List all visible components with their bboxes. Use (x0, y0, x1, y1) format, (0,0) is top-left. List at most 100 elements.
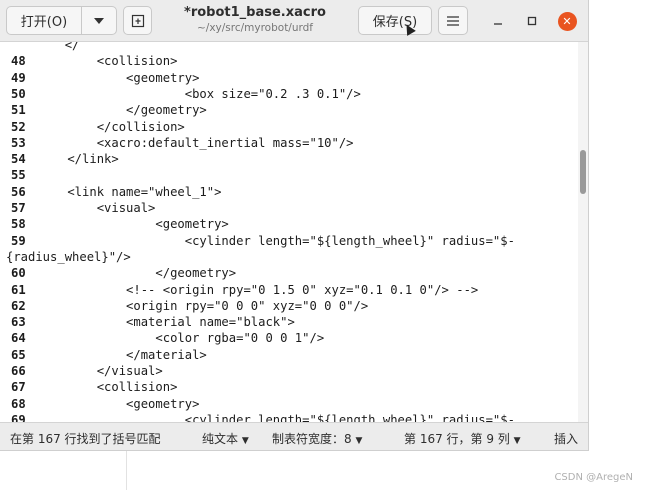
code-line[interactable]: 55 (0, 167, 38, 183)
line-number: 56 (11, 184, 26, 199)
code-line[interactable]: 51 </geometry> (0, 102, 207, 118)
chevron-down-icon: ▼ (355, 436, 363, 446)
code-line[interactable]: 50 <box size="0.2 .3 0.1"/> (0, 86, 361, 102)
line-number: 62 (11, 298, 26, 313)
line-number: 65 (11, 347, 26, 362)
code-line[interactable]: 52 </collision> (0, 119, 185, 135)
code-line[interactable]: 67 <collision> (0, 379, 177, 395)
code-line[interactable]: 63 <material name="black"> (0, 314, 295, 330)
line-text: </link> (38, 152, 119, 167)
code-line[interactable]: 61 <!-- <origin rpy="0 1.5 0" xyz="0.1 0… (0, 282, 478, 298)
line-text: <cylinder length="${length_wheel}" radiu… (38, 412, 515, 422)
scrollbar-thumb[interactable] (580, 150, 586, 194)
line-text: <material name="black"> (38, 315, 295, 330)
line-text: <color rgba="0 0 0 1"/> (38, 331, 325, 346)
line-text: <visual> (38, 201, 156, 215)
scrollbar-track[interactable] (578, 42, 588, 422)
line-number: 60 (11, 266, 26, 281)
code-line[interactable]: 54 </link> (0, 151, 119, 167)
line-text: </collision> (38, 119, 185, 134)
line-text: </ (6, 42, 80, 52)
hamburger-icon (447, 15, 459, 26)
line-number: 48 (11, 54, 26, 69)
line-text: </visual> (38, 364, 163, 378)
code-line[interactable]: 56 <link name="wheel_1"> (0, 184, 221, 200)
maximize-icon (527, 16, 537, 26)
line-text: <xacro:default_inertial mass="10"/> (38, 135, 354, 150)
gedit-window: 打开(O) *robot1_base.xacro ~/xy/src/myrobo… (0, 0, 589, 451)
new-document-icon (131, 14, 144, 27)
line-number: 57 (11, 201, 26, 215)
code-line[interactable]: 62 <origin rpy="0 0 0" xyz="0 0 0"/> (0, 298, 368, 314)
open-button[interactable]: 打开(O) (6, 6, 82, 35)
code-line[interactable]: 58 <geometry> (0, 216, 229, 232)
line-number: 54 (11, 152, 26, 167)
code-line[interactable]: {radius_wheel}"/> (0, 249, 131, 265)
maximize-button[interactable] (520, 9, 544, 33)
code-line[interactable]: 68 <geometry> (0, 396, 199, 412)
line-number: 68 (11, 396, 26, 411)
watermark: CSDN @AregeN (554, 472, 633, 483)
line-number: 69 (11, 412, 26, 422)
line-number: 58 (11, 217, 26, 232)
line-text: <!-- <origin rpy="0 1.5 0" xyz="0.1 0.1 … (38, 282, 479, 297)
status-message: 在第 167 行找到了括号匹配 (10, 432, 161, 446)
cursor-position-selector[interactable]: 第 167 行，第 9 列 ▼ (404, 430, 521, 447)
tab-width-label: 制表符宽度：8 (272, 432, 352, 446)
line-text: <geometry> (38, 217, 229, 232)
tab-width-selector[interactable]: 制表符宽度：8 ▼ (272, 430, 362, 447)
code-line[interactable]: </ (0, 42, 80, 53)
line-number: 59 (11, 233, 26, 248)
chevron-down-icon: ▼ (241, 436, 249, 446)
line-text: <cylinder length="${length_wheel}" radiu… (38, 233, 515, 248)
code-line[interactable]: 57 <visual> (0, 200, 155, 216)
line-number: 51 (11, 103, 26, 118)
open-button-label: 打开(O) (20, 15, 68, 30)
document-path: ~/xy/src/myrobot/urdf (196, 22, 313, 34)
line-text: <link name="wheel_1"> (38, 184, 222, 199)
code-line[interactable]: 59 <cylinder length="${length_wheel}" ra… (0, 233, 515, 249)
new-document-button[interactable] (123, 6, 152, 35)
line-number: 61 (11, 282, 26, 297)
line-text: {radius_wheel}"/> (6, 249, 131, 264)
line-number: 53 (11, 135, 26, 150)
line-number: 55 (11, 168, 26, 183)
line-text: </material> (38, 347, 207, 362)
line-number: 67 (11, 380, 26, 395)
line-text: <box size="0.2 .3 0.1"/> (38, 86, 361, 101)
code-line[interactable]: 48 <collision> (0, 53, 177, 69)
code-line[interactable]: 65 </material> (0, 347, 207, 363)
code-line[interactable]: 60 </geometry> (0, 265, 236, 281)
open-menu-button[interactable] (81, 6, 117, 35)
line-text: <origin rpy="0 0 0" xyz="0 0 0"/> (38, 298, 369, 313)
code-line[interactable]: 69 <cylinder length="${length_wheel}" ra… (0, 412, 515, 422)
code-line[interactable]: 66 </visual> (0, 363, 163, 379)
document-title: *robot1_base.xacro (184, 5, 326, 20)
line-number: 63 (11, 315, 26, 330)
insert-mode-indicator: 插入 (554, 432, 579, 446)
line-number: 64 (11, 331, 26, 346)
close-icon: ✕ (557, 11, 577, 31)
code-line[interactable]: 53 <xacro:default_inertial mass="10"/> (0, 135, 354, 151)
status-bar: 在第 167 行找到了括号匹配 纯文本 ▼ 制表符宽度：8 ▼ 第 167 行，… (0, 422, 588, 450)
save-button[interactable]: 保存(S) (358, 6, 432, 35)
background-divider (126, 450, 127, 490)
chevron-down-icon (94, 17, 104, 24)
code-line[interactable]: 64 <color rgba="0 0 0 1"/> (0, 330, 324, 346)
line-number: 52 (11, 119, 26, 134)
line-text: <geometry> (38, 70, 200, 85)
main-menu-button[interactable] (438, 6, 468, 35)
text-editor[interactable]: </48 <collision> 49 <geometry> 50 <box siz… (0, 42, 578, 422)
line-text: </geometry> (38, 103, 207, 118)
close-button[interactable]: ✕ (555, 9, 579, 33)
line-text: <geometry> (38, 396, 200, 411)
line-text: <collision> (38, 380, 178, 395)
chevron-down-icon: ▼ (513, 436, 521, 446)
header-bar: 打开(O) *robot1_base.xacro ~/xy/src/myrobo… (0, 0, 588, 42)
line-text: </geometry> (38, 266, 237, 281)
minimize-button[interactable] (486, 9, 510, 33)
code-line[interactable]: 49 <geometry> (0, 70, 199, 86)
line-number: 49 (11, 70, 26, 85)
language-selector[interactable]: 纯文本 ▼ (202, 430, 249, 447)
language-label: 纯文本 (202, 432, 239, 446)
